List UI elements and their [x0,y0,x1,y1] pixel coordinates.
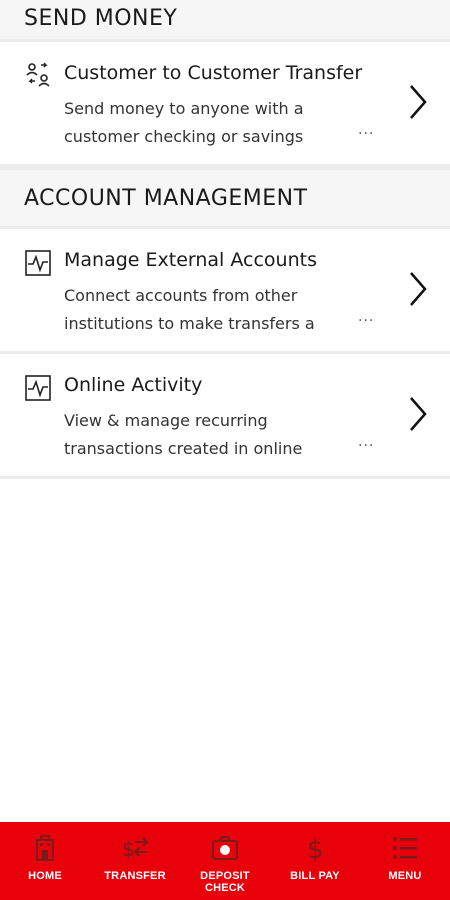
activity-chart-icon [25,375,51,401]
tab-deposit-check[interactable]: DEPOSIT CHECK [180,822,270,900]
more-indicator: ... [358,122,375,138]
tab-label: MENU [388,870,422,882]
people-transfer-icon [26,62,50,87]
tab-bill-pay[interactable]: $ BILL PAY [270,822,360,900]
svg-text:$: $ [122,837,135,861]
list-item-manage-external-accounts[interactable]: Manage External Accounts Connect account… [0,229,450,354]
more-indicator: ... [358,309,375,325]
tab-label: HOME [28,870,62,882]
item-title: Online Activity [64,374,203,396]
item-description: Send money to anyone with a customer che… [64,99,304,146]
list-item-online-activity[interactable]: Online Activity View & manage recurring … [0,354,450,479]
svg-text:$: $ [307,835,324,862]
more-indicator: ... [358,434,375,450]
activity-chart-icon [25,250,51,276]
chevron-right-icon [410,272,427,306]
section-title: ACCOUNT MANAGEMENT [24,185,308,211]
menu-icon [393,837,417,859]
list-item-customer-transfer[interactable]: Customer to Customer Transfer Send money… [0,42,450,167]
tab-home[interactable]: HOME [0,822,90,900]
bottom-tab-bar: HOME $ TRANSFER DEPOSIT CHECK $ BILL PAY [0,822,450,900]
item-title: Customer to Customer Transfer [64,62,363,84]
section-header-account-management: ACCOUNT MANAGEMENT [0,167,450,229]
camera-icon [212,836,238,860]
section-title: SEND MONEY [24,6,178,31]
tab-menu[interactable]: MENU [360,822,450,900]
tab-transfer[interactable]: $ TRANSFER [90,822,180,900]
tab-label: BILL PAY [290,870,340,882]
tab-label: DEPOSIT CHECK [200,870,250,894]
item-title: Manage External Accounts [64,249,317,271]
section-header-send-money: SEND MONEY [0,0,450,42]
home-icon [36,835,54,861]
transfer-icon: $ [122,837,149,861]
item-description: Connect accounts from other institutions… [64,286,315,333]
item-description: View & manage recurring transactions cre… [64,411,303,458]
chevron-right-icon [410,85,427,119]
chevron-right-icon [410,397,427,431]
tab-label: TRANSFER [104,870,166,882]
dollar-icon: $ [307,835,324,862]
transfer-screen: SEND MONEY Customer to Customer Transfer… [0,0,450,822]
